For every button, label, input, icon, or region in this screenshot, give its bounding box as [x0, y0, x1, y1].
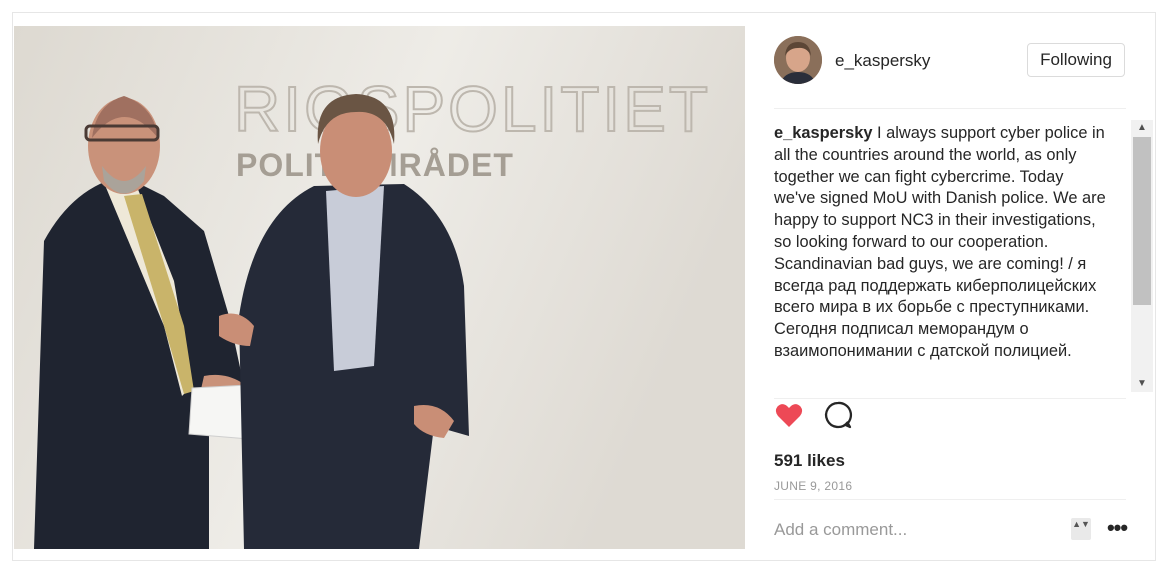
post-header: e_kaspersky Following [746, 13, 1156, 108]
divider [774, 398, 1126, 399]
comment-input[interactable] [774, 517, 1054, 543]
post-details-panel: e_kaspersky Following e_kaspersky I alwa… [746, 13, 1156, 561]
divider [774, 499, 1126, 500]
avatar[interactable] [774, 36, 822, 84]
post-photo[interactable]: RIGSPOLITIET POLITIOMRÅDET [14, 26, 745, 549]
heart-icon[interactable] [774, 400, 804, 430]
post-date[interactable]: JUNE 9, 2016 [774, 479, 852, 493]
comment-icon[interactable] [823, 400, 853, 430]
sign-line1: RIGSPOLITIET [234, 73, 711, 145]
more-options-icon[interactable]: ••• [1104, 513, 1130, 547]
caption: e_kaspersky I always support cyber polic… [774, 123, 1106, 393]
divider [774, 108, 1126, 109]
caption-text: I always support cyber police in all the… [774, 124, 1106, 360]
comment-form: ▲▼ ••• [774, 513, 1134, 547]
post-actions [774, 400, 1114, 444]
following-button[interactable]: Following [1027, 43, 1125, 77]
caption-scrollbar[interactable]: ▲ ▼ [1131, 120, 1153, 392]
instagram-post: RIGSPOLITIET POLITIOMRÅDET [12, 12, 1156, 561]
like-count[interactable]: 591 likes [774, 451, 845, 471]
scroll-thumb[interactable] [1133, 137, 1151, 305]
scroll-down-arrow-icon[interactable]: ▼ [1131, 376, 1153, 392]
post-author-username[interactable]: e_kaspersky [835, 51, 930, 71]
caption-username[interactable]: e_kaspersky [774, 124, 872, 142]
photo-image: RIGSPOLITIET POLITIOMRÅDET [14, 26, 745, 549]
avatar-image [774, 36, 822, 84]
scroll-up-arrow-icon[interactable]: ▲ [1131, 120, 1153, 136]
spinner-arrows-icon[interactable]: ▲▼ [1071, 518, 1091, 540]
